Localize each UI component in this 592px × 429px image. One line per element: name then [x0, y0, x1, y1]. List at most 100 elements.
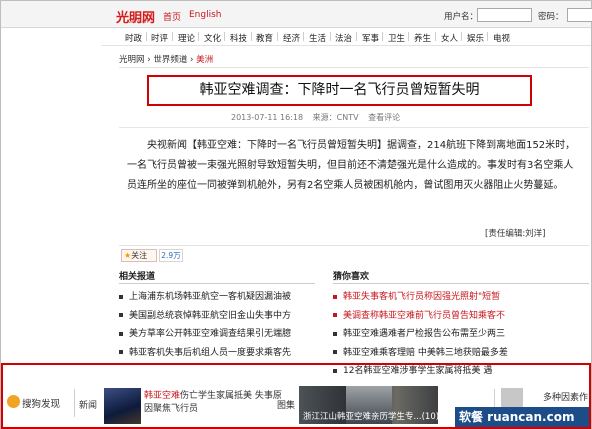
news-thumbnail[interactable] [104, 388, 141, 424]
bullet-icon [119, 331, 123, 336]
guess-item-text: 韩亚失事客机飞行员称因强光照射"短暂 [343, 292, 501, 302]
bullet-icon [333, 294, 337, 299]
nav-separator: | [407, 32, 410, 42]
related-item[interactable]: 上海浦东机场韩亚航空一客机疑因漏油被 [119, 288, 315, 307]
nav-separator: | [329, 32, 332, 42]
breadcrumb-separator: › [190, 55, 194, 65]
divider [119, 67, 589, 68]
nav-item[interactable]: 科技 [230, 32, 247, 44]
divider [119, 245, 589, 246]
username-input[interactable] [477, 8, 532, 22]
site-watermark: 软餐 ruancan.com [455, 407, 589, 427]
follow-label: 关注 [131, 251, 148, 260]
related-item-text: 美方草率公开韩亚空难调查结果引无端臆 [129, 329, 292, 339]
nav-item[interactable]: 经济 [283, 32, 300, 44]
related-item-text: 美国副总统哀悼韩亚航空旧金山失事中方 [129, 310, 292, 321]
breadcrumb-separator: › [147, 55, 151, 65]
nav-separator: | [381, 32, 384, 42]
right-thumbnail[interactable] [501, 388, 523, 408]
divider [119, 283, 315, 284]
nav-separator: | [223, 32, 226, 42]
guess-item-text: 韩亚空难乘客理赔 中美韩三地获赔最多差 [343, 347, 508, 358]
nav-separator: | [434, 32, 437, 42]
nav-separator: | [486, 32, 489, 42]
related-list: 上海浦东机场韩亚航空一客机疑因漏油被 美国副总统哀悼韩亚航空旧金山失事中方 美方… [119, 288, 315, 362]
nav-item[interactable]: 文化 [204, 32, 221, 44]
article-title: 韩亚空难调查：下降时一名飞行员曾短暂失明 [147, 75, 532, 106]
sougou-logo-icon [7, 395, 20, 408]
bullet-icon [333, 331, 337, 336]
sougou-discover[interactable]: 搜狗发现 [4, 386, 74, 426]
nav-separator: | [250, 32, 253, 42]
related-heading: 相关报道 [119, 272, 156, 282]
nav-separator: | [355, 32, 358, 42]
divider [119, 127, 589, 128]
guess-item[interactable]: 韩亚空难乘客理赔 中美韩三地获赔最多差 [333, 344, 533, 363]
english-link[interactable]: English [189, 10, 222, 20]
nav-item[interactable]: 理论 [178, 32, 195, 44]
guess-item-text: 韩亚空难遇难者尸检报告公布需至少两三 [343, 329, 506, 339]
related-item-text: 韩亚客机失事后机组人员一度要求乘客先 [129, 347, 292, 358]
nav-item[interactable]: 时评 [151, 32, 168, 44]
nav-item[interactable]: 电视 [493, 32, 510, 44]
breadcrumb-region[interactable]: 美洲 [196, 55, 213, 65]
guess-item[interactable]: 韩亚空难遇难者尸检报告公布需至少两三 [333, 325, 533, 344]
bullet-icon [333, 313, 337, 317]
related-item-text: 上海浦东机场韩亚航空一客机疑因漏油被 [129, 292, 292, 302]
nav-item[interactable]: 卫生 [388, 32, 405, 44]
news-keyword: 韩亚空难 [144, 391, 181, 401]
news-blurb[interactable]: 韩亚空难伤亡学生家属抵美 失事原因聚焦飞行员 [144, 390, 284, 416]
gallery-caption[interactable]: 浙江江山韩亚空难亲历学生专...(10) [303, 410, 439, 422]
guess-item[interactable]: 美调查称韩亚空难前飞行员曾告知乘客不 [333, 307, 533, 326]
nav-separator: | [145, 32, 148, 42]
nav-item[interactable]: 女人 [441, 32, 458, 44]
home-link[interactable]: 首页 [163, 10, 181, 23]
nav-item[interactable]: 教育 [256, 32, 273, 44]
guess-heading: 猜你喜欢 [333, 272, 370, 282]
nav-item[interactable]: 生活 [309, 32, 326, 44]
related-item[interactable]: 韩亚客机失事后机组人员一度要求乘客先 [119, 344, 315, 363]
follow-button[interactable]: ★关注 [121, 249, 157, 262]
divider [333, 283, 589, 284]
view-comments-link[interactable]: 查看评论 [368, 113, 400, 122]
nav-item[interactable]: 娱乐 [467, 32, 484, 44]
guess-item[interactable]: 韩亚失事客机飞行员称因强光照射"短暂 [333, 288, 533, 307]
nav-separator: | [302, 32, 305, 42]
breadcrumb: 光明网 › 世界频道 › 美洲 [119, 53, 213, 65]
nav-item[interactable]: 时政 [125, 32, 142, 44]
follow-count: 2.9万 [159, 249, 183, 262]
article-body: 央视新闻【韩亚空难：下降时一名飞行员曾短暂失明】据调查，214航班下降到离地面1… [127, 140, 576, 191]
bullet-icon [119, 313, 123, 317]
right-news-text[interactable]: 多种因素作 [543, 390, 588, 403]
password-input[interactable] [567, 8, 592, 22]
sougou-label: 搜狗发现 [22, 399, 61, 410]
channel-nav: 时政 | 时评 | 理论 | 文化 | 科技 | 教育 | 经济 | 生活 | … [101, 28, 591, 46]
responsible-editor: [责任编辑:刘洋] [485, 229, 546, 239]
breadcrumb-channel[interactable]: 世界频道 [153, 55, 187, 65]
nav-separator: | [171, 32, 174, 42]
nav-separator: | [197, 32, 200, 42]
site-logo[interactable]: 光明网 GMW.cn [116, 5, 160, 26]
logo-sub: GMW.cn [128, 19, 149, 25]
nav-item[interactable]: 养生 [414, 32, 431, 44]
article-source: 来源：CNTV [312, 113, 359, 122]
nav-separator: | [460, 32, 463, 42]
breadcrumb-site[interactable]: 光明网 [119, 55, 145, 65]
password-label: 密码： [538, 12, 564, 22]
news-tag[interactable]: 新闻 [79, 398, 97, 411]
nav-item[interactable]: 军事 [362, 32, 379, 44]
nav-item[interactable]: 法治 [335, 32, 352, 44]
related-item[interactable]: 美方草率公开韩亚空难调查结果引无端臆 [119, 325, 315, 344]
article-meta: 2013-07-11 16:18 来源：CNTV 查看评论 [231, 112, 407, 123]
article-date: 2013-07-11 16:18 [231, 113, 304, 122]
guess-item-text: 美调查称韩亚空难前飞行员曾告知乘客不 [343, 310, 506, 321]
divider [74, 389, 75, 417]
gallery-tag[interactable]: 图集 [277, 398, 295, 411]
bullet-icon [333, 350, 337, 354]
nav-separator: | [276, 32, 279, 42]
username-label: 用户名： [444, 12, 479, 22]
related-item[interactable]: 美国副总统哀悼韩亚航空旧金山失事中方 [119, 307, 315, 326]
bullet-icon [119, 294, 123, 299]
bullet-icon [119, 350, 123, 354]
top-bar: 光明网 GMW.cn 首页 English 用户名： 密码： [1, 1, 592, 28]
